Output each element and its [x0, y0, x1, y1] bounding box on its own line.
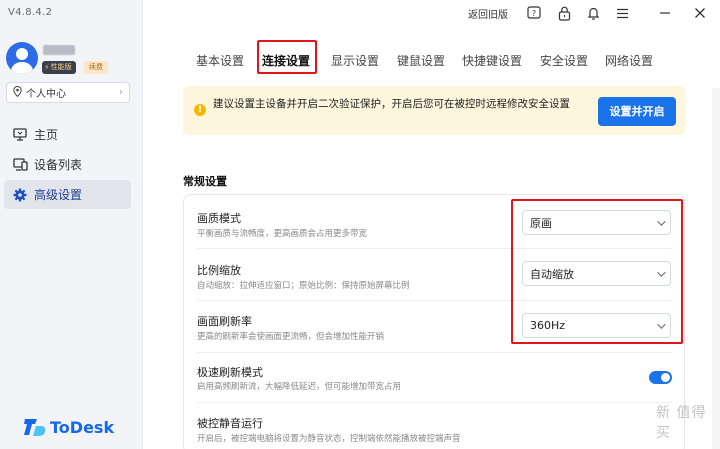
- notice-text: 建议设置主设备并开启二次验证保护，开启后您可在被控时远程修改安全设置: [213, 98, 570, 110]
- minimize-icon[interactable]: [657, 5, 673, 21]
- perf-badge-label: 性能版: [50, 63, 72, 71]
- fast-refresh-toggle[interactable]: [649, 371, 672, 384]
- perf-badge: ⚡ 性能版: [42, 61, 76, 74]
- gear-icon: [12, 187, 28, 203]
- watermark: 新 值得买: [656, 405, 707, 441]
- section-title: 常规设置: [183, 175, 227, 188]
- sidebar-item-devices[interactable]: 设备列表: [4, 150, 131, 179]
- tab-keyboard-mouse-settings[interactable]: 键鼠设置: [397, 52, 445, 69]
- logo-text: ToDesk: [50, 417, 115, 437]
- sidebar: V4.8.4.2 ⚡ 性能版 续费 个人中心 › 主页 设备列表 高级设置 To…: [0, 0, 143, 449]
- return-old-version-link[interactable]: 返回旧版: [466, 5, 510, 21]
- close-icon[interactable]: [692, 5, 708, 21]
- row-desc-fast-refresh: 启用高频刷新流，大幅降低延迟，但可能增加带宽占用: [197, 382, 402, 392]
- todesk-logo: ToDesk: [24, 417, 114, 437]
- row-divider: [197, 402, 672, 403]
- row-desc-mute-controlled: 开启后，被控端电脑将设置为静音状态，控制端依然能播放被控端声音: [197, 434, 461, 444]
- setup-and-enable-button[interactable]: 设置并开启: [598, 97, 676, 126]
- app-version: V4.8.4.2: [8, 7, 53, 18]
- sidebar-item-label: 设备列表: [34, 158, 83, 172]
- chevron-right-icon: ›: [119, 87, 123, 98]
- row-desc-quality-mode: 平衡画质与流畅度，更高画质会占用更多带宽: [197, 229, 368, 239]
- scrollbar-track[interactable]: [712, 88, 720, 449]
- avatar[interactable]: [6, 42, 38, 74]
- tab-network-settings[interactable]: 网络设置: [605, 52, 653, 69]
- row-title-scale-ratio: 比例缩放: [197, 264, 241, 277]
- dropdowns-highlight-box: [511, 199, 683, 344]
- help-icon[interactable]: ?: [526, 5, 542, 21]
- tab-security-settings[interactable]: 安全设置: [540, 52, 588, 69]
- sidebar-item-advanced-settings[interactable]: 高级设置: [4, 180, 131, 209]
- row-desc-refresh-rate: 更高的刷新率会使画面更流畅，但会增加性能开销: [197, 332, 385, 342]
- row-title-quality-mode: 画质模式: [197, 212, 241, 225]
- svg-text:?: ?: [532, 9, 536, 18]
- devices-icon: [12, 157, 28, 173]
- lightning-icon: ⚡: [44, 63, 50, 72]
- row-title-mute-controlled: 被控静音运行: [197, 417, 263, 430]
- username-blurred: [43, 45, 75, 55]
- todesk-logo-icon: [24, 419, 46, 436]
- sidebar-item-label: 高级设置: [34, 188, 83, 202]
- tab-shortcut-settings[interactable]: 快捷键设置: [462, 52, 522, 69]
- personal-center-label: 个人中心: [26, 89, 66, 100]
- sidebar-item-label: 主页: [34, 128, 59, 142]
- row-divider: [197, 352, 672, 353]
- tab-display-settings[interactable]: 显示设置: [331, 52, 379, 69]
- row-title-refresh-rate: 画面刷新率: [197, 315, 252, 328]
- personal-center-button[interactable]: 个人中心 ›: [6, 82, 130, 103]
- renew-badge[interactable]: 续费: [84, 61, 108, 74]
- row-desc-scale-ratio: 自动缩放：拉伸适应窗口；原始比例：保持原始屏幕比例: [197, 281, 410, 291]
- row-title-fast-refresh: 极速刷新模式: [197, 366, 263, 379]
- sidebar-item-home[interactable]: 主页: [4, 120, 131, 149]
- tab-basic-settings[interactable]: 基本设置: [196, 52, 244, 69]
- warning-icon: !: [194, 104, 206, 116]
- lock-icon[interactable]: [556, 5, 572, 21]
- bell-icon[interactable]: [585, 5, 601, 21]
- active-tab-highlight: [257, 40, 317, 74]
- menu-icon[interactable]: [614, 5, 630, 21]
- monitor-icon: [12, 127, 28, 143]
- location-pin-icon: [13, 85, 22, 100]
